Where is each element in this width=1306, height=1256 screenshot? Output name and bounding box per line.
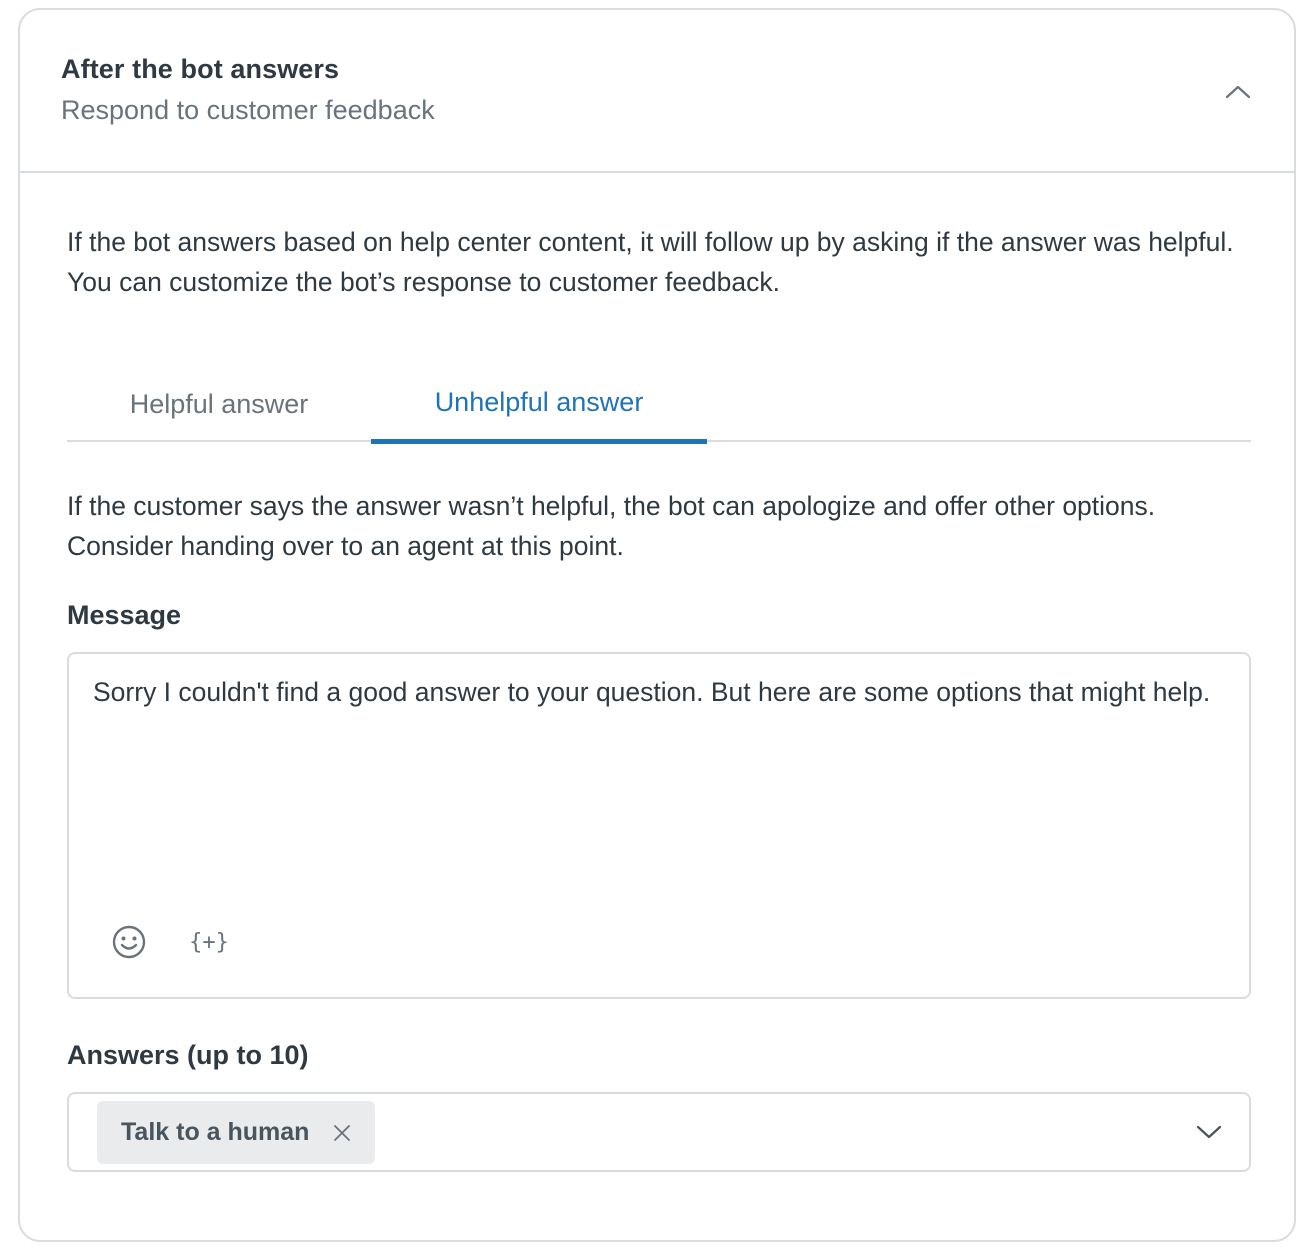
tab-description: If the customer says the answer wasn’t h… bbox=[67, 491, 1156, 561]
feedback-tabs: Helpful answer Unhelpful answer bbox=[67, 374, 1251, 444]
panel-title: After the bot answers bbox=[61, 54, 340, 84]
close-icon bbox=[334, 1124, 351, 1141]
chevron-up-icon bbox=[1225, 85, 1251, 99]
tab-unhelpful-answer[interactable]: Unhelpful answer bbox=[371, 374, 707, 444]
tag-remove-button[interactable] bbox=[331, 1122, 353, 1144]
panel-header[interactable]: After the bot answers Respond to custome… bbox=[20, 10, 1294, 173]
answers-multiselect[interactable]: Talk to a human bbox=[67, 1092, 1251, 1172]
collapse-button[interactable] bbox=[1218, 74, 1258, 110]
message-text[interactable]: Sorry I couldn't find a good answer to y… bbox=[93, 674, 1213, 711]
emoji-button[interactable] bbox=[105, 918, 153, 966]
intro-text: If the bot answers based on help center … bbox=[67, 227, 1234, 297]
answer-tag-label: Talk to a human bbox=[121, 1118, 310, 1146]
message-textarea[interactable]: Sorry I couldn't find a good answer to y… bbox=[67, 652, 1251, 999]
panel-subtitle: Respond to customer feedback bbox=[61, 95, 435, 125]
chevron-down-icon bbox=[1196, 1125, 1222, 1139]
message-toolbar: {+} bbox=[105, 918, 233, 966]
answers-label: Answers (up to 10) bbox=[67, 1040, 309, 1070]
message-label: Message bbox=[67, 600, 182, 630]
answer-tag: Talk to a human bbox=[97, 1101, 376, 1164]
insert-variable-button[interactable]: {+} bbox=[185, 918, 233, 966]
tab-helpful-answer[interactable]: Helpful answer bbox=[67, 374, 371, 442]
after-bot-answers-panel: After the bot answers Respond to custome… bbox=[18, 8, 1296, 1242]
dropdown-toggle[interactable] bbox=[1193, 1116, 1225, 1148]
emoji-icon bbox=[112, 925, 146, 959]
